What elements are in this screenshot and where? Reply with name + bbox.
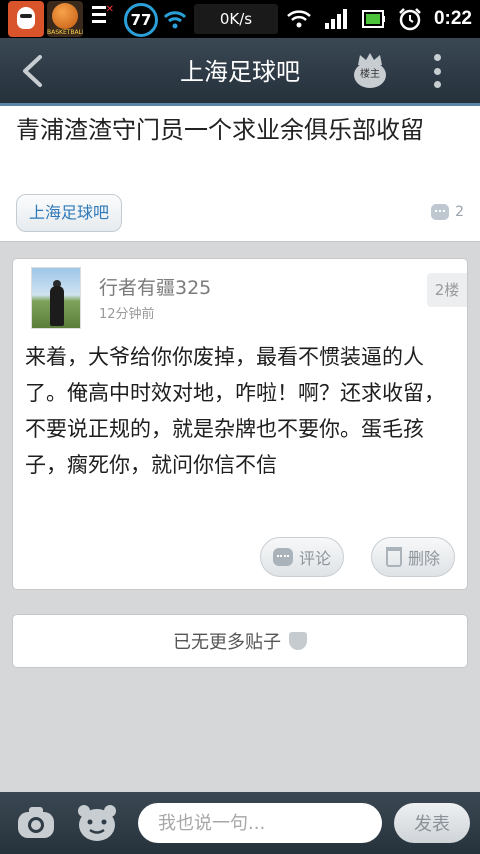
- battery-icon: [361, 10, 385, 28]
- wifi-signal-icon: [287, 10, 311, 28]
- net-speed: 0K/s: [194, 4, 278, 34]
- comment-bubble-icon: [431, 204, 450, 220]
- reply-input[interactable]: [138, 803, 382, 843]
- reply-count-value: 2: [455, 204, 464, 220]
- page-title: 上海足球吧: [180, 58, 300, 86]
- basketball-app-text: BASKETBALL: [47, 29, 83, 36]
- status-bar: BASKETBALL ✕ 77 0K/s 0:22: [0, 0, 480, 38]
- wifi-icon: [163, 11, 187, 29]
- delete-button[interactable]: 删除: [371, 537, 455, 577]
- floor-card: 行者有疆325 12分钟前 2楼 来着，大爷给你你废掉，最看不惯装逼的人了。俺高…: [12, 258, 468, 590]
- shield-icon: [289, 632, 307, 650]
- reply-count: 2: [431, 204, 464, 220]
- owner-badge-label: 楼主: [354, 62, 386, 88]
- notification-icon: ✕: [92, 4, 114, 32]
- qq-icon: [8, 1, 44, 37]
- signal-icon: [324, 9, 347, 29]
- floor-number: 2楼: [427, 273, 467, 307]
- comment-button[interactable]: 评论: [260, 537, 344, 577]
- emoji-icon[interactable]: [76, 802, 118, 842]
- comment-icon: [272, 548, 293, 566]
- send-button[interactable]: 发表: [394, 803, 470, 843]
- title-bar: 上海足球吧 楼主: [0, 38, 480, 106]
- avatar[interactable]: [31, 267, 81, 329]
- clock: 0:22: [433, 8, 472, 29]
- post-time: 12分钟前: [99, 307, 155, 322]
- owner-only-button[interactable]: 楼主: [352, 52, 388, 92]
- forum-tag-button[interactable]: 上海足球吧: [16, 194, 123, 232]
- camera-icon[interactable]: [16, 804, 56, 840]
- comment-label: 评论: [298, 549, 331, 568]
- basketball-app-icon: BASKETBALL: [47, 1, 83, 37]
- battery-circle-badge: 77: [124, 3, 158, 37]
- reply-bar: 发表: [0, 792, 480, 854]
- no-more-posts-bar[interactable]: 已无更多贴子: [12, 614, 468, 668]
- more-vertical-icon[interactable]: [430, 54, 444, 88]
- no-more-label: 已无更多贴子: [173, 632, 281, 653]
- back-icon[interactable]: [18, 54, 48, 88]
- author-name[interactable]: 行者有疆325: [99, 273, 211, 300]
- thread-title: 青浦渣渣守门员一个求业余俱乐部收留: [16, 116, 424, 144]
- thread-header: 青浦渣渣守门员一个求业余俱乐部收留 上海足球吧 2: [0, 106, 480, 242]
- alarm-icon: [399, 8, 421, 31]
- delete-label: 删除: [407, 549, 440, 568]
- post-content: 来着，大爷给你你废掉，最看不惯装逼的人了。俺高中时效对地，咋啦！啊？还求收留，不…: [25, 345, 445, 477]
- trash-icon: [385, 547, 402, 567]
